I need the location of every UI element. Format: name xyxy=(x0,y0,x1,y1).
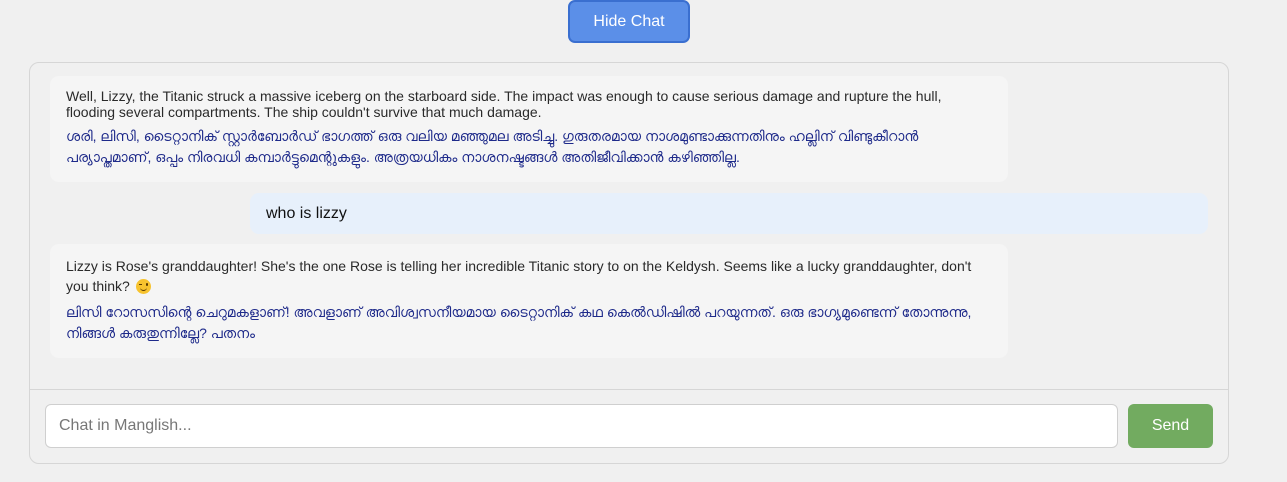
user-message-text: who is lizzy xyxy=(266,204,347,222)
winking-face-emoji-icon xyxy=(135,279,151,294)
chat-input[interactable] xyxy=(45,404,1118,448)
bot-message: Well, Lizzy, the Titanic struck a massiv… xyxy=(50,76,1008,182)
chat-panel: Well, Lizzy, the Titanic struck a massiv… xyxy=(29,62,1229,464)
bot-message: Lizzy is Rose's granddaughter! She's the… xyxy=(50,244,1008,358)
bot-message-english: Well, Lizzy, the Titanic struck a massiv… xyxy=(66,88,942,120)
hide-chat-button[interactable]: Hide Chat xyxy=(568,0,690,43)
bot-message-english: Lizzy is Rose's granddaughter! She's the… xyxy=(66,256,992,296)
user-message: who is lizzy xyxy=(250,193,1208,234)
bot-message-english-text: Lizzy is Rose's granddaughter! She's the… xyxy=(66,258,972,294)
composer: Send xyxy=(45,404,1213,448)
bot-message-malayalam: ശരി, ലിസി, ടൈറ്റാനിക് സ്റ്റാർബോർഡ് ഭാഗത്… xyxy=(66,128,919,165)
bot-message-malayalam: ലിസി റോസസിന്റെ ചെറുമകളാണ്! അവളാണ് അവിശ്വ… xyxy=(66,304,972,341)
send-button[interactable]: Send xyxy=(1128,404,1213,448)
message-list[interactable]: Well, Lizzy, the Titanic struck a massiv… xyxy=(30,63,1228,390)
